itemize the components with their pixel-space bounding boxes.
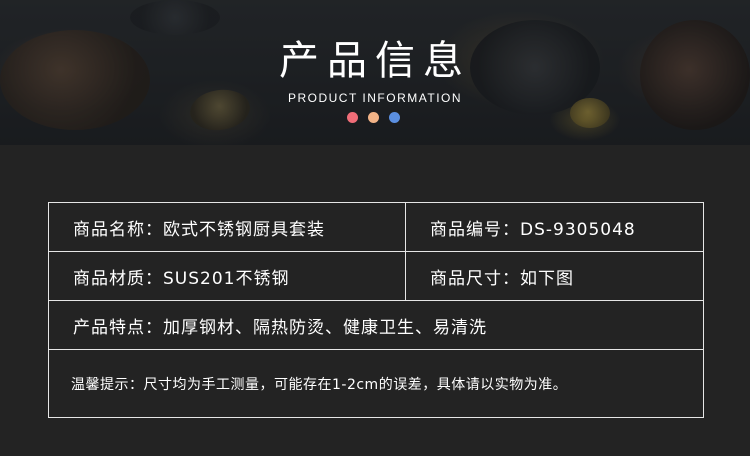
decorative-dots (347, 112, 400, 123)
product-material-cell: 商品材质：SUS201不锈钢 (48, 251, 406, 301)
product-info-table: 商品名称：欧式不锈钢厨具套装 商品编号：DS-9305048 商品材质：SUS2… (48, 202, 704, 418)
dot-icon (368, 112, 379, 123)
table-row: 温馨提示：尺寸均为手工测量，可能存在1-2cm的误差，具体请以实物为准。 (48, 349, 704, 418)
table-row: 产品特点：加厚钢材、隔热防烫、健康卫生、易清洗 (48, 300, 704, 350)
table-row: 商品名称：欧式不锈钢厨具套装 商品编号：DS-9305048 (48, 202, 704, 252)
product-features-cell: 产品特点：加厚钢材、隔热防烫、健康卫生、易清洗 (48, 300, 704, 350)
header-banner: 产品信息 PRODUCT INFORMATION (0, 0, 750, 145)
page-title: 产品信息 (279, 38, 471, 84)
dot-icon (389, 112, 400, 123)
product-name-cell: 商品名称：欧式不锈钢厨具套装 (48, 202, 406, 252)
product-code-cell: 商品编号：DS-9305048 (405, 202, 704, 252)
page-subtitle: PRODUCT INFORMATION (287, 91, 463, 105)
dot-icon (347, 112, 358, 123)
measurement-note-cell: 温馨提示：尺寸均为手工测量，可能存在1-2cm的误差，具体请以实物为准。 (48, 349, 704, 418)
product-size-cell: 商品尺寸：如下图 (405, 251, 704, 301)
table-row: 商品材质：SUS201不锈钢 商品尺寸：如下图 (48, 251, 704, 301)
